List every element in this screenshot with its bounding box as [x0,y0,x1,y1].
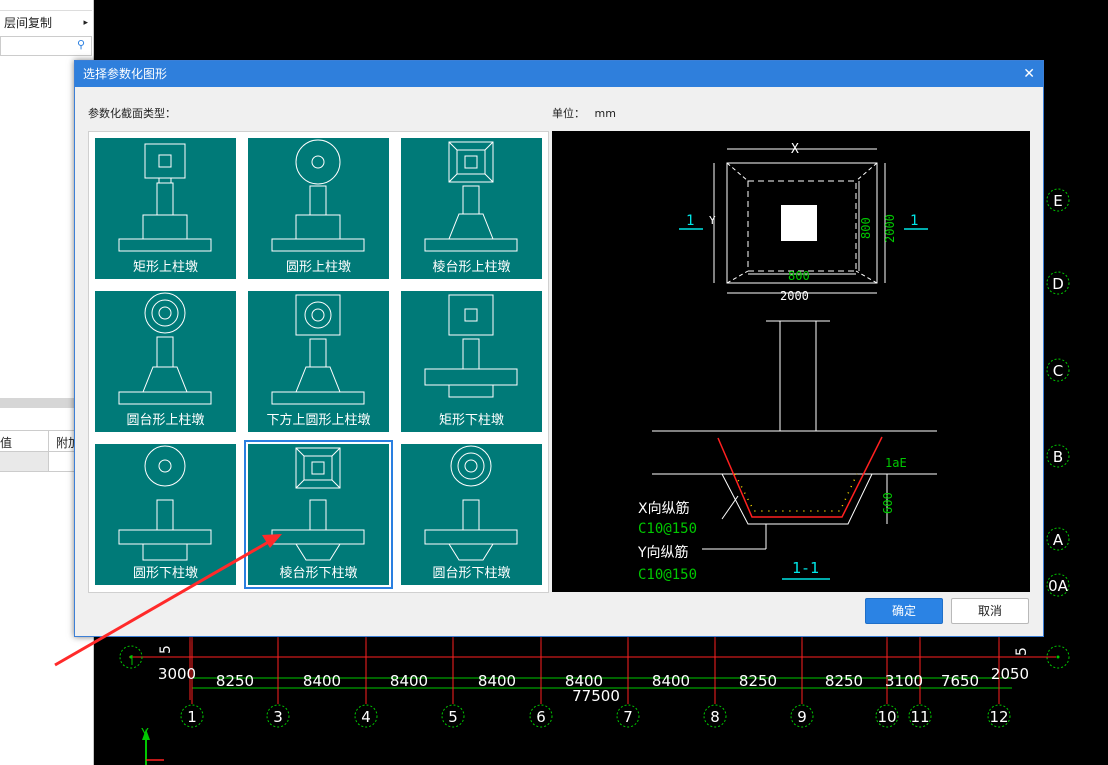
axis-col-label: 7 [623,708,633,726]
section-title: 1-1 [792,559,819,577]
preview-panel: X Y 800 2000 800 2000 1 1 1aE 600 X向纵筋 C… [552,131,1030,592]
section-mark-right: 1 [910,213,918,229]
dim-600: 600 [881,492,895,514]
dim-lower: 8400 [303,672,341,690]
tile-label: 矩形上柱墩 [132,260,198,275]
tile-circle-lower-pier[interactable]: 圆形下柱墩 [95,444,236,585]
axis-col-label: 9 [797,708,807,726]
tile-label: 棱台形下柱墩 [279,566,358,581]
y-rebar-label: Y向纵筋 [637,544,689,561]
dim-lower: 7650 [941,672,979,690]
y-axis-label: Y [141,727,149,742]
axis-end-dot [129,655,133,659]
dim-lower: 8250 [216,672,254,690]
tile-label: 矩形下柱墩 [438,413,504,428]
search-input[interactable]: ⚲ [0,36,92,56]
tile-rect-upper-pier[interactable]: 矩形上柱墩 [95,138,236,279]
tile-circle-upper-pier[interactable]: 圆形上柱墩 [248,138,389,279]
tile-label: 下方上圆形上柱墩 [266,413,371,428]
axis-row-label: A [1053,531,1064,549]
dim-upper: 2050 [991,665,1029,683]
unit-label: 单位： mm [552,105,616,121]
tile-frustum-lower-pier[interactable]: 棱台形下柱墩 [244,440,393,589]
ok-button[interactable]: 确定 [865,598,943,624]
axis-col-label: 5 [448,708,458,726]
close-icon[interactable]: ✕ [1023,61,1035,87]
copy-between-floors-label: 层间复制 [4,16,53,30]
dim-upper: 3000 [158,665,196,683]
cancel-button[interactable]: 取消 [951,598,1029,624]
dim-2000-v: 2000 [883,214,897,243]
axis-col-label: 3 [273,708,283,726]
tile-frustum-upper-pier[interactable]: 棱台形上柱墩 [401,138,542,279]
tile-round-frustum-upper-pier[interactable]: 圆台形上柱墩 [95,291,236,432]
unit-label-text: 单位： [552,107,585,120]
copy-between-floors-item[interactable]: 层间复制 ▸ [0,12,92,34]
table-col-divider [48,431,49,451]
unit-value: mm [594,107,616,120]
column-section-mark [781,205,817,241]
dialog-title: 选择参数化图形 [83,67,168,81]
axis-row-label: E [1053,192,1062,210]
dim-y: Y [709,214,716,227]
dim-x: X [791,142,799,157]
side-text: 5 [158,645,174,654]
axis-col-label: 4 [361,708,371,726]
dim-lower: 8250 [739,672,777,690]
dim-total: 77500 [572,687,620,705]
tile-label: 圆台形上柱墩 [126,413,205,428]
dim-lower: 8400 [478,672,516,690]
tile-round-frustum-lower-pier[interactable]: 圆台形下柱墩 [401,444,542,585]
preview-drawing: X Y 800 2000 800 2000 1 1 1aE 600 X向纵筋 C… [637,142,937,583]
tile-label: 棱台形上柱墩 [432,260,511,275]
section-mark-left: 1 [686,213,694,229]
tile-label: 圆形下柱墩 [132,566,198,581]
axis-col-label: 1 [187,708,197,726]
right-text: 5 [1014,647,1030,656]
dialog-title-bar[interactable]: 选择参数化图形 ✕ [75,61,1043,87]
shape-grid: 矩形上柱墩 圆形上柱墩 棱台形上柱墩 圆台形上柱墩 下方上圆形上柱墩 矩形下柱墩… [88,131,549,593]
submenu-arrow-icon: ▸ [83,18,88,28]
axis-col-label: 12 [989,708,1008,726]
y-rebar-spec: C10@150 [638,567,697,583]
dim-lower: 8400 [652,672,690,690]
dim-2000-h: 2000 [780,289,809,303]
dim-800-h: 800 [788,269,810,283]
axis-col-label: 11 [910,708,929,726]
tile-square-base-round-upper-pier[interactable]: 下方上圆形上柱墩 [248,291,389,432]
axis-col-label: 6 [536,708,546,726]
section-type-label: 参数化截面类型： [88,107,176,120]
x-rebar-label: X向纵筋 [638,500,690,517]
axis-row-label: B [1053,448,1063,466]
tile-label: 圆台形下柱墩 [432,566,511,581]
table-col-value: 值 [0,436,13,450]
dim-lower: 8250 [825,672,863,690]
tile-rect-lower-pier[interactable]: 矩形下柱墩 [401,291,542,432]
axis-col-label: 10 [877,708,896,726]
axis-row-label: D [1052,275,1064,293]
dim-lower: 3100 [885,672,923,690]
dim-800-v: 800 [859,217,873,239]
axis-row-label: C [1053,362,1063,380]
left-panel-top-divider [0,0,92,11]
tile-label: 圆形上柱墩 [285,260,351,275]
axis-end-dot [1056,655,1060,659]
lae-label: 1aE [885,456,907,470]
axis-row-label: 0A [1048,577,1069,595]
dim-lower: 8400 [390,672,428,690]
axis-col-label: 8 [710,708,720,726]
x-rebar-spec: C10@150 [638,521,697,537]
search-icon[interactable]: ⚲ [77,38,85,51]
select-parametric-shape-dialog: 选择参数化图形 ✕ 参数化截面类型： 单位： mm 矩形上柱墩 圆形上柱墩 棱台… [74,60,1044,637]
